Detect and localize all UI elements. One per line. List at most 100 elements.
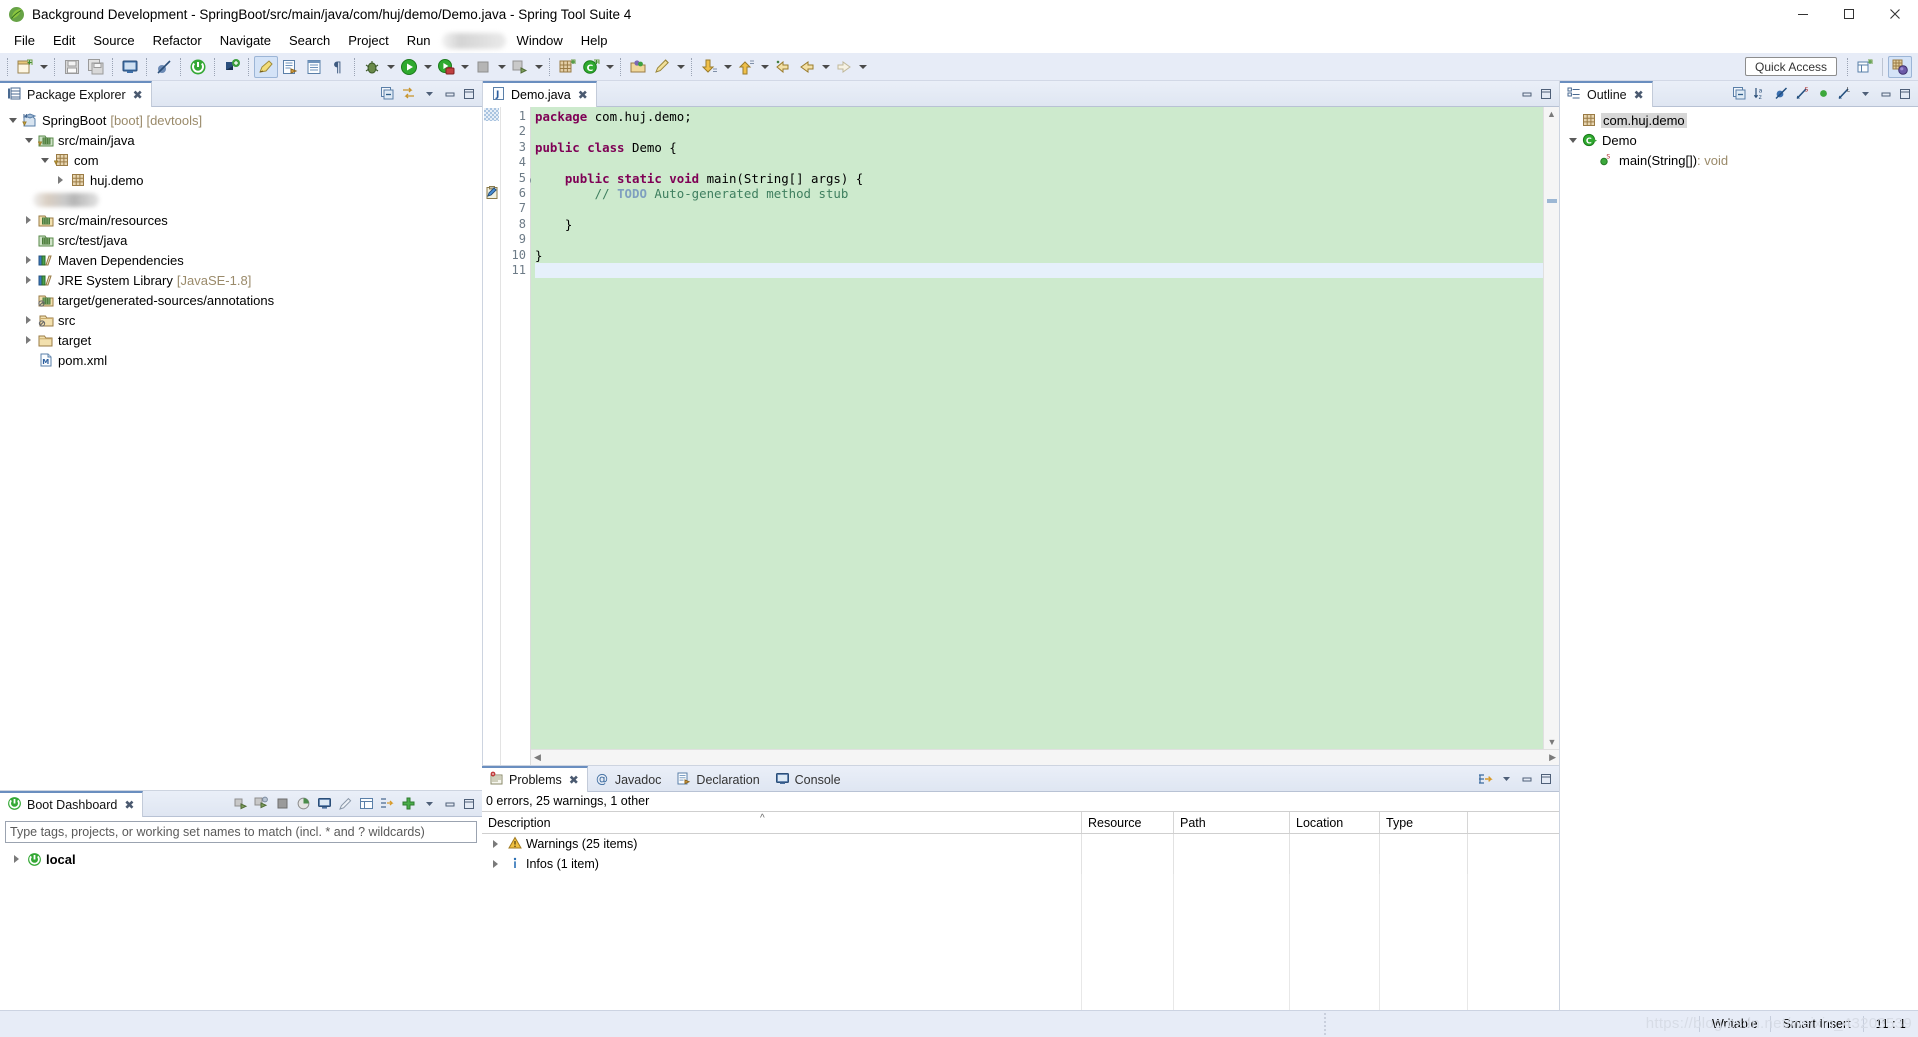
new-java-class-icon[interactable]: C [579, 56, 603, 78]
twisty-icon[interactable] [36, 157, 53, 163]
table-row[interactable]: Warnings (25 items) [482, 834, 1559, 854]
tree-item-src[interactable]: src [0, 310, 482, 330]
scroll-right-icon[interactable]: ▶ [1549, 752, 1556, 763]
debug-start-icon[interactable] [252, 794, 271, 814]
close-icon[interactable]: ✖ [1634, 88, 1644, 102]
twisty-icon[interactable] [487, 840, 504, 848]
back-icon[interactable] [795, 56, 819, 78]
hide-nonpublic-icon[interactable] [1814, 84, 1833, 104]
new-icon[interactable] [13, 56, 37, 78]
minimize-icon[interactable] [441, 85, 458, 103]
menu-search[interactable]: Search [280, 30, 339, 52]
next-annotation-icon[interactable] [697, 56, 721, 78]
new-java-package-icon[interactable] [555, 56, 579, 78]
link-with-editor-icon[interactable] [399, 84, 418, 104]
overview-ruler-mark[interactable] [1547, 199, 1557, 203]
table-row[interactable]: Infos (1 item) [482, 854, 1559, 874]
external-tools-icon[interactable] [508, 56, 532, 78]
tree-item-src-main-java[interactable]: src/main/java [0, 130, 482, 150]
column-header-location[interactable]: Location [1290, 812, 1380, 833]
tree-item-jre-system-library[interactable]: JRE System Library [JavaSE-1.8] [0, 270, 482, 290]
close-icon[interactable]: ✖ [569, 773, 579, 787]
previous-annotation-dropdown-icon[interactable] [758, 56, 771, 78]
view-menu-icon[interactable] [420, 794, 439, 814]
twisty-icon[interactable] [487, 860, 504, 868]
view-menu-icon[interactable] [420, 84, 439, 104]
menu-run[interactable]: Run [398, 30, 440, 52]
twisty-icon[interactable] [1564, 137, 1581, 143]
maximize-icon[interactable] [460, 85, 477, 103]
menu-help[interactable]: Help [572, 30, 617, 52]
restart-icon[interactable] [294, 794, 313, 814]
tab-outline[interactable]: Outline ✖ [1560, 80, 1653, 107]
save-icon[interactable] [60, 56, 84, 78]
new-spring-starter-icon[interactable] [220, 56, 244, 78]
editor-vertical-scrollbar[interactable]: ▲ ▼ [1543, 107, 1559, 749]
tree-item-target-generated-sources[interactable]: target/generated-sources/annotations [0, 290, 482, 310]
previous-annotation-icon[interactable] [734, 56, 758, 78]
next-annotation-dropdown-icon[interactable] [721, 56, 734, 78]
edit-icon[interactable] [336, 794, 355, 814]
menu-source[interactable]: Source [84, 30, 143, 52]
menu-window[interactable]: Window [508, 30, 572, 52]
tree-item-com[interactable]: com [0, 150, 482, 170]
open-console-icon[interactable] [315, 794, 334, 814]
twisty-icon[interactable] [20, 256, 37, 264]
close-icon[interactable]: ✖ [133, 88, 143, 102]
maximize-icon[interactable] [1537, 85, 1554, 103]
twisty-icon[interactable] [20, 137, 37, 143]
tree-item-maven-dependencies[interactable]: Maven Dependencies [0, 250, 482, 270]
stop-icon[interactable] [273, 794, 292, 814]
hide-fields-icon[interactable] [1772, 84, 1791, 104]
minimize-button[interactable] [1780, 0, 1826, 29]
back-history-icon[interactable] [771, 56, 795, 78]
pencil-icon[interactable] [650, 56, 674, 78]
run-coverage-icon[interactable] [434, 56, 458, 78]
toggle-markoccurrences-icon[interactable] [254, 55, 278, 78]
editor-marker-ruler[interactable] [483, 107, 501, 765]
twisty-icon[interactable] [20, 316, 37, 324]
close-button[interactable] [1872, 0, 1918, 29]
tree-item-src-main-resources[interactable]: src/main/resources [0, 210, 482, 230]
tree-item-src-test-java[interactable]: src/test/java [0, 230, 482, 250]
open-type-icon[interactable] [278, 56, 302, 78]
editor-source-text[interactable]: package com.huj.demo; public class Demo … [531, 107, 1559, 749]
scroll-down-icon[interactable]: ▼ [1544, 735, 1560, 749]
save-all-icon[interactable] [84, 56, 108, 78]
open-perspective-icon[interactable] [1853, 56, 1877, 78]
run-icon[interactable] [397, 56, 421, 78]
problems-row-description[interactable]: Infos (1 item) [482, 854, 1082, 874]
spring-perspective-icon[interactable] [1888, 55, 1912, 78]
outline-item-package[interactable]: com.huj.demo [1560, 110, 1918, 130]
tree-item-pom-xml[interactable]: M pom.xml [0, 350, 482, 370]
hide-local-types-icon[interactable]: L [1835, 84, 1854, 104]
tree-item-local[interactable]: local [0, 849, 482, 869]
column-header-path[interactable]: Path [1174, 812, 1290, 833]
run-dropdown-icon[interactable] [421, 56, 434, 78]
menu-refactor[interactable]: Refactor [144, 30, 211, 52]
start-icon[interactable] [231, 794, 250, 814]
forward-icon[interactable] [832, 56, 856, 78]
run-coverage-dropdown-icon[interactable] [458, 56, 471, 78]
minimize-icon[interactable] [441, 795, 458, 813]
tab-declaration[interactable]: Declaration [669, 766, 767, 792]
column-header-resource[interactable]: Resource [1082, 812, 1174, 833]
collapse-all-icon[interactable] [378, 84, 397, 104]
minimize-icon[interactable] [1877, 85, 1894, 103]
debug-dropdown-icon[interactable] [384, 56, 397, 78]
menu-navigate[interactable]: Navigate [211, 30, 280, 52]
tab-demo-java[interactable]: J Demo.java ✖ [483, 80, 597, 107]
open-properties-icon[interactable] [357, 794, 376, 814]
tree-item-huj-demo[interactable]: huj.demo [0, 170, 482, 190]
view-menu-icon[interactable] [1497, 769, 1516, 789]
show-whitespace-icon[interactable]: ¶ [326, 56, 350, 78]
open-task-icon[interactable] [302, 56, 326, 78]
minimize-icon[interactable] [1518, 85, 1535, 103]
focus-on-selection-icon[interactable] [1476, 769, 1495, 789]
twisty-icon[interactable] [20, 336, 37, 344]
open-console-icon[interactable] [118, 56, 142, 78]
minimize-icon[interactable] [1518, 770, 1535, 788]
outline-item-method-main[interactable]: S main(String[]) : void [1560, 150, 1918, 170]
new-java-class-dropdown-icon[interactable] [603, 56, 616, 78]
outline-item-class-demo[interactable]: C Demo [1560, 130, 1918, 150]
